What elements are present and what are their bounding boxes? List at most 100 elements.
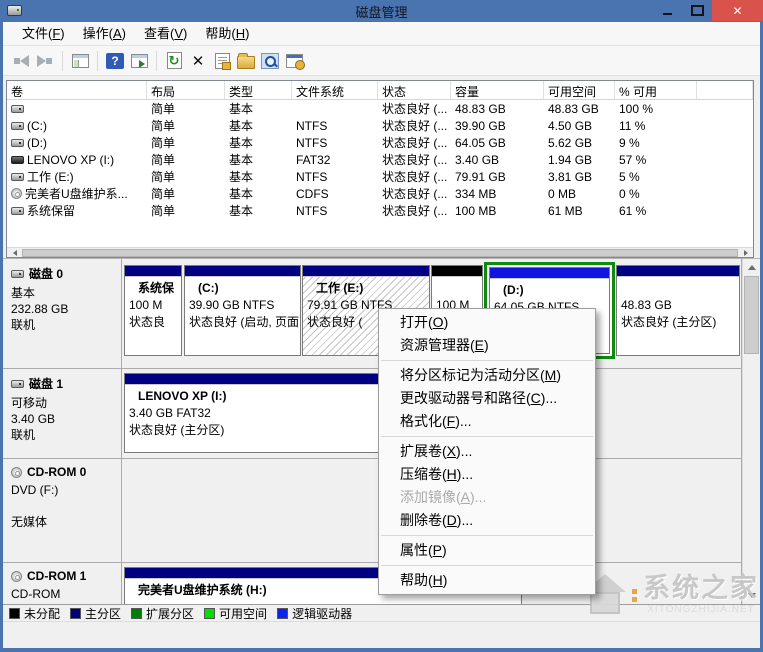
menu-separator xyxy=(381,565,593,566)
window-border xyxy=(0,22,3,652)
logo-dots xyxy=(632,589,637,602)
partition-status: 状态良 xyxy=(129,314,177,331)
disk-type: 可移动 xyxy=(11,395,121,411)
help-icon[interactable]: ? xyxy=(105,51,125,71)
scrollbar-thumb[interactable] xyxy=(22,249,738,257)
cell-status: 状态良好 (... xyxy=(378,117,451,134)
cell-free: 5.62 GB xyxy=(544,136,615,150)
column-header[interactable]: 文件系统 xyxy=(292,81,378,99)
cell-fs: FAT32 xyxy=(292,153,378,167)
context-menu-item[interactable]: 资源管理器(E) xyxy=(379,334,595,357)
console-tree-icon[interactable] xyxy=(70,51,90,71)
open-folder-icon[interactable] xyxy=(236,51,256,71)
cell-layout: 简单 xyxy=(147,168,225,185)
menu-item[interactable]: 帮助(H) xyxy=(196,23,258,45)
table-row[interactable]: 简单基本状态良好 (...48.83 GB48.83 GB100 % xyxy=(7,100,753,117)
context-menu-item[interactable]: 更改驱动器号和路径(C)... xyxy=(379,387,595,410)
close-button[interactable]: ✕ xyxy=(712,0,763,21)
menu-item[interactable]: 文件(F) xyxy=(13,23,74,45)
cd-icon xyxy=(11,467,22,478)
legend-color-swatch xyxy=(204,608,215,619)
cell-capacity: 100 MB xyxy=(451,204,544,218)
menu-item[interactable]: 查看(V) xyxy=(135,23,196,45)
table-row[interactable]: 完美者U盘维护系...简单基本CDFS状态良好 (...334 MB0 MB0 … xyxy=(7,185,753,202)
context-menu-item[interactable]: 扩展卷(X)... xyxy=(379,440,595,463)
cdrom-1-panel[interactable]: CD-ROM 1 CD-ROM 334 MB xyxy=(3,563,122,604)
zoom-icon[interactable] xyxy=(260,51,280,71)
scrollbar-thumb[interactable] xyxy=(744,276,759,354)
window-title: 磁盘管理 xyxy=(0,2,763,21)
column-header[interactable]: 可用空间 xyxy=(544,81,615,99)
horizontal-scrollbar[interactable] xyxy=(7,247,753,257)
cell-type: 基本 xyxy=(225,151,292,168)
column-header[interactable]: % 可用 xyxy=(615,81,697,99)
partition-c[interactable]: (C:) 39.90 GB NTFS 状态良好 (启动, 页面 xyxy=(184,265,301,356)
context-menu-item[interactable]: 属性(P) xyxy=(379,539,595,562)
disk-1-panel[interactable]: 磁盘 1 可移动 3.40 GB 联机 xyxy=(3,369,122,458)
partition-system-reserved[interactable]: 系统保 100 M 状态良 xyxy=(124,265,182,356)
cell-pct: 9 % xyxy=(615,136,697,150)
cell-capacity: 79.91 GB xyxy=(451,170,544,184)
column-header[interactable]: 布局 xyxy=(147,81,225,99)
properties-icon[interactable] xyxy=(212,51,232,71)
cell-name: 工作 (E:) xyxy=(7,168,147,185)
disk-manage-icon[interactable] xyxy=(284,51,304,71)
context-menu-item[interactable]: 打开(O) xyxy=(379,311,595,334)
cell-type: 基本 xyxy=(225,202,292,219)
watermark-title: 系统之家 xyxy=(643,575,759,602)
table-row[interactable]: 系统保留简单基本NTFS状态良好 (...100 MB61 MB61 % xyxy=(7,202,753,219)
disk-0-panel[interactable]: 磁盘 0 基本 232.88 GB 联机 xyxy=(3,259,122,368)
primary-partition-band xyxy=(303,266,429,277)
back-icon[interactable] xyxy=(11,51,31,71)
cell-layout: 简单 xyxy=(147,185,225,202)
disk-management-window: 磁盘管理 ✕ 文件(F)操作(A)查看(V)帮助(H) ? ↻ ✕ 卷布局类型文… xyxy=(0,0,763,652)
maximize-button[interactable] xyxy=(682,0,712,21)
partition-status: 状态良好 (主分区) xyxy=(621,314,735,331)
scroll-left-icon[interactable] xyxy=(7,248,22,257)
context-menu-item[interactable]: 删除卷(D)... xyxy=(379,509,595,532)
watermark-site: XITONGZHIJIA.NET xyxy=(647,605,755,615)
table-row[interactable]: (C:)简单基本NTFS状态良好 (...39.90 GB4.50 GB11 % xyxy=(7,117,753,134)
partition-label xyxy=(621,280,735,297)
drive-icon xyxy=(11,139,24,147)
menu-separator xyxy=(381,535,593,536)
cell-name xyxy=(7,105,147,113)
column-header[interactable]: 容量 xyxy=(451,81,544,99)
menu-separator xyxy=(381,360,593,361)
context-menu-item[interactable]: 格式化(F)... xyxy=(379,410,595,433)
disk-type: DVD (F:) xyxy=(11,482,121,498)
context-menu-item[interactable]: 将分区标记为活动分区(M) xyxy=(379,364,595,387)
forward-icon[interactable] xyxy=(35,51,55,71)
scroll-right-icon[interactable] xyxy=(738,248,753,257)
action-pane-icon[interactable] xyxy=(129,51,149,71)
refresh-icon[interactable]: ↻ xyxy=(164,51,184,71)
table-row[interactable]: (D:)简单基本NTFS状态良好 (...64.05 GB5.62 GB9 % xyxy=(7,134,753,151)
cell-pct: 5 % xyxy=(615,170,697,184)
context-menu-item[interactable]: 帮助(H) xyxy=(379,569,595,592)
legend-item: 主分区 xyxy=(70,605,121,622)
scroll-up-icon[interactable] xyxy=(744,260,759,275)
volume-table: 卷布局类型文件系统状态容量可用空间% 可用 简单基本状态良好 (...48.83… xyxy=(6,80,754,258)
column-header[interactable]: 卷 xyxy=(7,81,147,99)
minimize-button[interactable] xyxy=(652,0,682,21)
partition-label: 工作 (E:) xyxy=(307,280,425,297)
disk-size: 3.40 GB xyxy=(11,411,121,427)
menu-item[interactable]: 操作(A) xyxy=(74,23,135,45)
column-header[interactable]: 状态 xyxy=(378,81,451,99)
partition-label: (D:) xyxy=(494,282,605,299)
cell-free: 3.81 GB xyxy=(544,170,615,184)
delete-icon[interactable]: ✕ xyxy=(188,51,208,71)
cdrom-0-panel[interactable]: CD-ROM 0 DVD (F:) 无媒体 xyxy=(3,459,122,562)
table-row[interactable]: LENOVO XP (I:)简单基本FAT32状态良好 (...3.40 GB1… xyxy=(7,151,753,168)
cell-name: (C:) xyxy=(7,119,147,133)
unallocated-band xyxy=(432,266,482,277)
table-row[interactable]: 工作 (E:)简单基本NTFS状态良好 (...79.91 GB3.81 GB5… xyxy=(7,168,753,185)
partition-48gb[interactable]: 48.83 GB 状态良好 (主分区) xyxy=(616,265,740,356)
drive-icon xyxy=(11,105,24,113)
vertical-scrollbar[interactable] xyxy=(742,259,759,604)
column-header[interactable]: 类型 xyxy=(225,81,292,99)
cell-layout: 简单 xyxy=(147,100,225,117)
cell-type: 基本 xyxy=(225,168,292,185)
context-menu: 打开(O)资源管理器(E) 将分区标记为活动分区(M)更改驱动器号和路径(C)..… xyxy=(378,308,596,595)
context-menu-item[interactable]: 压缩卷(H)... xyxy=(379,463,595,486)
